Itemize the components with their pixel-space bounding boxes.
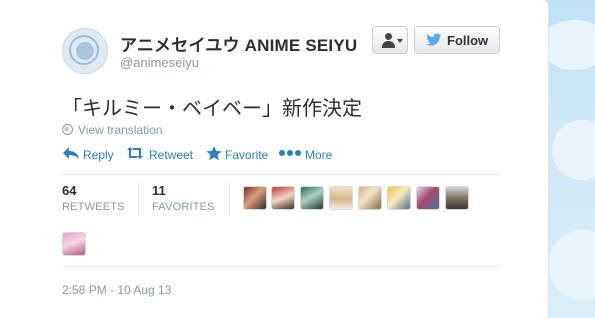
avatar-center xyxy=(76,42,94,60)
favorites-label: FAVORITES xyxy=(152,201,215,213)
follow-label: Follow xyxy=(447,33,489,48)
favoriter-avatar-4[interactable] xyxy=(329,186,353,210)
globe-icon xyxy=(62,124,73,135)
profile-avatar[interactable] xyxy=(62,28,108,74)
favoriter-avatar-9[interactable] xyxy=(62,232,86,256)
retweets-label: RETWEETS xyxy=(62,201,125,213)
view-translation-link[interactable]: View translation xyxy=(62,123,163,137)
tweet-card: アニメセイユウ ANIME SEIYU @animeseiyu Follow 「… xyxy=(0,0,549,318)
favorites-stat[interactable]: 11 FAVORITES xyxy=(152,183,215,213)
star-icon xyxy=(206,146,222,161)
stat-separator xyxy=(229,182,230,216)
reply-icon xyxy=(63,147,79,159)
stat-separator xyxy=(138,182,139,216)
retweet-label: Retweet xyxy=(149,148,194,162)
favoriter-avatar-3[interactable] xyxy=(300,186,324,210)
favorites-count: 11 xyxy=(152,183,166,198)
retweets-count: 64 xyxy=(62,183,77,198)
divider xyxy=(62,266,500,267)
more-dots-icon xyxy=(279,150,301,156)
more-label: More xyxy=(305,148,333,162)
favoriter-avatar-8[interactable] xyxy=(445,186,469,210)
user-icon-head xyxy=(385,33,392,40)
twitter-bird-icon xyxy=(426,33,442,46)
retweets-stat[interactable]: 64 RETWEETS xyxy=(62,183,125,213)
follow-button[interactable]: Follow xyxy=(414,26,500,54)
user-icon xyxy=(382,41,395,48)
favoriter-avatar-7[interactable] xyxy=(416,186,440,210)
favoriter-avatar-2[interactable] xyxy=(271,186,295,210)
tweet-text: 「キルミー・ベイベー」新作決定 xyxy=(62,98,362,120)
retweet-icon xyxy=(127,147,143,159)
background-cloud xyxy=(548,230,595,300)
tweet-timestamp[interactable]: 2:58 PM - 10 Aug 13 xyxy=(62,283,171,297)
favoriter-avatar-5[interactable] xyxy=(358,186,382,210)
caret-down-icon xyxy=(397,39,403,43)
divider xyxy=(62,174,500,175)
favoriter-avatar-6[interactable] xyxy=(387,186,411,210)
user-actions-button[interactable] xyxy=(372,26,408,54)
reply-label: Reply xyxy=(83,148,114,162)
favorite-label: Favorite xyxy=(225,148,269,162)
background-cloud xyxy=(552,120,595,180)
view-translation-label: View translation xyxy=(78,123,163,137)
display-name[interactable]: アニメセイユウ ANIME SEIYU xyxy=(120,31,357,56)
user-handle[interactable]: @animeseiyu xyxy=(120,55,199,70)
favoriter-avatar-1[interactable] xyxy=(243,186,267,210)
